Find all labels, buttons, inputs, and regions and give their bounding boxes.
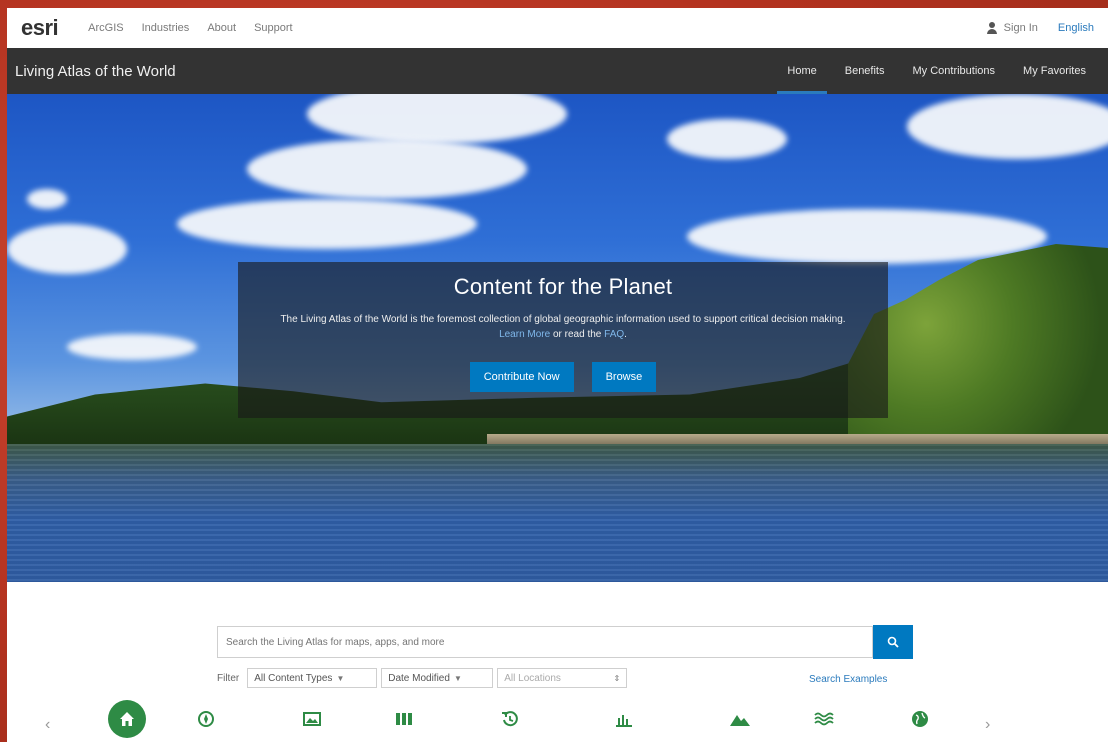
nav-link-arcgis[interactable]: ArcGIS (88, 22, 123, 34)
learn-more-link[interactable]: Learn More (499, 329, 550, 340)
mountain-icon (730, 715, 750, 726)
category-carousel: ‹ › (7, 700, 1108, 740)
cloud (687, 209, 1047, 264)
compass-icon (198, 711, 214, 727)
updown-icon: ⇕ (613, 673, 621, 683)
locations-select[interactable]: All Locations ⇕ (497, 668, 628, 688)
lake-water (7, 444, 1108, 582)
history-icon (502, 711, 518, 727)
browser-page: esri ArcGIS Industries About Support Sig… (7, 8, 1108, 742)
content-types-select[interactable]: All Content Types ▼ (247, 668, 378, 688)
hero-title: Content for the Planet (453, 274, 673, 299)
chevron-down-icon: ▼ (336, 673, 345, 683)
language-selector[interactable]: English (1058, 22, 1094, 34)
locations-value: All Locations (504, 672, 561, 684)
cloud (27, 189, 67, 209)
image-icon (303, 712, 321, 726)
map-icon (396, 713, 412, 725)
cloud (307, 94, 567, 144)
category-landscape-icon[interactable] (725, 704, 755, 734)
hero-desc-text: The Living Atlas of the World is the for… (280, 314, 846, 325)
tab-benefits[interactable]: Benefits (831, 48, 899, 94)
globe-icon (912, 711, 928, 727)
cloud (247, 139, 527, 199)
cloud (177, 199, 477, 249)
search-bar (217, 625, 913, 659)
search-examples-link[interactable]: Search Examples (809, 674, 887, 685)
site-title[interactable]: Living Atlas of the World (15, 63, 176, 80)
category-history-icon[interactable] (495, 704, 525, 734)
header-right-group: Sign In English (986, 22, 1094, 34)
category-imagery-icon[interactable] (297, 704, 327, 734)
cloud (7, 224, 127, 274)
atlas-navbar: Living Atlas of the World Home Benefits … (7, 48, 1108, 94)
category-world-icon[interactable] (905, 704, 935, 734)
search-section: Filter All Content Types ▼ Date Modified… (7, 582, 1108, 742)
cloud (667, 119, 787, 159)
tab-home[interactable]: Home (773, 48, 830, 94)
search-button[interactable] (873, 625, 913, 659)
bar-chart-icon (616, 715, 632, 727)
category-ocean-icon[interactable] (809, 704, 839, 734)
chevron-down-icon: ▼ (453, 673, 462, 683)
search-icon (887, 636, 899, 648)
cloud (67, 334, 197, 360)
faq-link[interactable]: FAQ (604, 329, 624, 340)
atlas-tabs: Home Benefits My Contributions My Favori… (773, 48, 1100, 94)
category-home-icon[interactable] (108, 700, 146, 738)
esri-global-header: esri ArcGIS Industries About Support Sig… (7, 8, 1108, 48)
nav-link-about[interactable]: About (207, 22, 236, 34)
hero-description: The Living Atlas of the World is the for… (280, 314, 846, 340)
tab-my-contributions[interactable]: My Contributions (898, 48, 1009, 94)
carousel-next-arrow[interactable]: › (985, 716, 990, 734)
hero-banner: Content for the Planet The Living Atlas … (7, 94, 1108, 582)
tab-my-favorites[interactable]: My Favorites (1009, 48, 1100, 94)
filter-row: Filter All Content Types ▼ Date Modified… (217, 668, 631, 688)
sign-in-label: Sign In (1003, 22, 1038, 34)
contribute-now-button[interactable]: Contribute Now (469, 362, 574, 392)
browse-button[interactable]: Browse (591, 362, 657, 392)
date-modified-value: Date Modified (388, 672, 450, 684)
esri-logo[interactable]: esri (21, 15, 59, 41)
sign-in-link[interactable]: Sign In (986, 22, 1038, 34)
cloud (907, 94, 1108, 159)
content-types-value: All Content Types (254, 672, 333, 684)
nav-link-industries[interactable]: Industries (142, 22, 190, 34)
hero-panel: Content for the Planet The Living Atlas … (238, 262, 888, 418)
date-modified-select[interactable]: Date Modified ▼ (381, 668, 494, 688)
user-icon (986, 22, 998, 34)
filter-label: Filter (217, 672, 240, 684)
category-basemap-icon[interactable] (191, 704, 221, 734)
hero-buttons: Contribute Now Browse (238, 362, 888, 392)
carousel-prev-arrow[interactable]: ‹ (45, 716, 50, 734)
category-maps-icon[interactable] (389, 704, 419, 734)
home-icon (120, 712, 134, 726)
search-input[interactable] (217, 626, 873, 658)
nav-link-support[interactable]: Support (254, 22, 293, 34)
category-chart-icon[interactable] (609, 704, 639, 734)
waves-icon (814, 712, 834, 726)
hero-desc-text-2: or read the (552, 329, 602, 340)
